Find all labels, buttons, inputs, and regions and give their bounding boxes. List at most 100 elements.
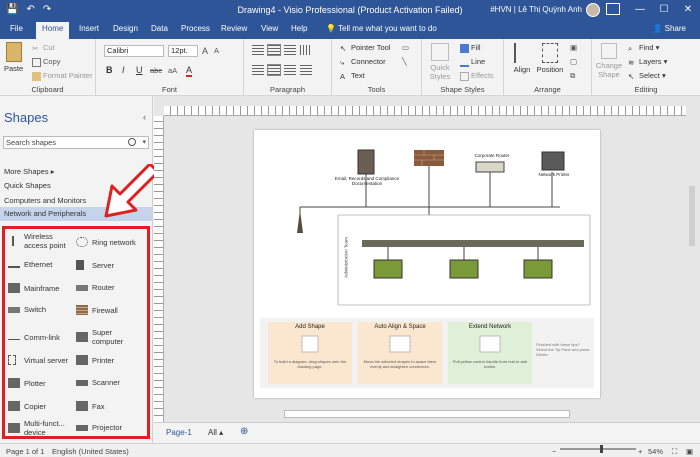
grow-font-button[interactable]: A <box>202 46 208 56</box>
server-shape[interactable] <box>357 149 375 175</box>
align-center-icon[interactable] <box>267 64 281 76</box>
align-bottom-icon[interactable] <box>284 45 296 55</box>
text-tool-button[interactable]: A Text <box>340 71 365 81</box>
align-middle-icon[interactable] <box>267 44 281 56</box>
shape-multifunction-device[interactable]: Multi-funct... device <box>8 419 78 437</box>
tell-me-search[interactable]: 💡 Tell me what you want to do <box>326 24 437 33</box>
text-direction-icon[interactable] <box>300 45 312 55</box>
firewall-shape[interactable] <box>414 150 444 166</box>
tab-view[interactable]: View <box>261 24 278 33</box>
tab-data[interactable]: Data <box>151 24 168 33</box>
shape-firewall[interactable]: Firewall <box>76 305 118 315</box>
format-painter-button[interactable]: Format Painter <box>32 71 93 81</box>
maximize-button[interactable]: ☐ <box>652 0 676 20</box>
tip-card-auto-align[interactable] <box>358 322 442 384</box>
vertical-scroll-thumb[interactable] <box>689 186 695 246</box>
zoom-level[interactable]: 54% <box>648 447 663 456</box>
font-size-combo[interactable]: 12pt. <box>168 45 198 57</box>
shape-router[interactable]: Router <box>76 283 115 292</box>
language-indicator[interactable]: English (United States) <box>52 447 129 456</box>
tab-insert[interactable]: Insert <box>79 24 99 33</box>
printer-shape[interactable] <box>541 151 565 171</box>
effects-button[interactable]: Effects <box>460 71 494 81</box>
more-shapes-menu[interactable]: More Shapes ▸ <box>4 167 54 176</box>
justify-icon[interactable] <box>300 65 312 75</box>
shape-projector[interactable]: Projector <box>76 423 122 432</box>
pc-2[interactable] <box>449 259 479 279</box>
line-button[interactable]: Line <box>460 57 485 67</box>
tab-file[interactable]: File <box>10 24 23 33</box>
ribbon-display-options-icon[interactable] <box>606 3 620 15</box>
group-icon[interactable]: ⧉ <box>570 71 575 81</box>
shape-copier[interactable]: Copier <box>8 401 46 411</box>
send-backward-icon[interactable]: ▢ <box>570 57 577 66</box>
shrink-font-button[interactable]: A <box>214 46 219 55</box>
shape-plotter[interactable]: Plotter <box>8 378 46 388</box>
cut-button[interactable]: ✂ Cut <box>32 43 55 53</box>
connector-button[interactable]: ⤷ Connector <box>340 57 386 67</box>
shape-scanner[interactable]: Scanner <box>76 378 120 387</box>
team-switch-bar[interactable] <box>362 240 584 247</box>
close-button[interactable]: ✕ <box>676 0 700 20</box>
zoom-in-button[interactable]: + <box>638 447 642 456</box>
shape-comm-link[interactable]: Comm-link <box>8 333 60 342</box>
tab-help[interactable]: Help <box>291 24 307 33</box>
underline-button[interactable]: U <box>136 65 143 75</box>
shape-printer[interactable]: Printer <box>76 355 114 365</box>
stencil-computers-monitors[interactable]: Computers and Monitors <box>4 196 86 205</box>
search-icon[interactable] <box>128 138 136 146</box>
tab-review[interactable]: Review <box>221 24 247 33</box>
bring-forward-icon[interactable]: ▣ <box>570 43 577 52</box>
shape-ring-network[interactable]: Ring network <box>76 237 136 247</box>
search-shapes-input[interactable]: Search shapes ▾ <box>3 136 149 149</box>
shape-wireless-access-point[interactable]: Wireless access point <box>8 232 78 250</box>
shape-ethernet[interactable]: Ethernet <box>8 260 52 269</box>
font-color-button[interactable]: A <box>186 65 193 77</box>
horizontal-scrollbar[interactable] <box>284 410 570 418</box>
shape-switch[interactable]: Switch <box>8 305 46 314</box>
antenna-shape[interactable] <box>297 210 303 233</box>
stencil-quick-shapes[interactable]: Quick Shapes <box>4 181 51 190</box>
tab-process[interactable]: Process <box>181 24 210 33</box>
drawing-page[interactable]: Email, Records and Compliance Documentat… <box>254 130 600 398</box>
tab-design[interactable]: Design <box>113 24 138 33</box>
minimize-button[interactable]: — <box>628 0 652 20</box>
shape-super-computer[interactable]: Super computer <box>76 328 136 346</box>
align-button[interactable]: Align <box>510 43 534 74</box>
vertical-scrollbar[interactable] <box>688 116 696 416</box>
shapes-dropdown-icon[interactable]: ▭ <box>402 43 409 52</box>
page-tab-1[interactable]: Page-1 <box>166 428 192 437</box>
zoom-slider-knob[interactable] <box>600 445 603 453</box>
fill-button[interactable]: Fill <box>460 43 481 53</box>
avatar[interactable] <box>586 3 600 17</box>
zoom-slider[interactable] <box>560 445 636 453</box>
position-button[interactable]: Position <box>536 43 564 74</box>
tip-card-add-shape[interactable] <box>268 322 352 384</box>
align-left-icon[interactable] <box>252 65 264 75</box>
layers-button[interactable]: ≋ Layers ▾ <box>628 57 667 67</box>
router-shape[interactable] <box>475 161 505 173</box>
copy-button[interactable]: Copy <box>32 57 61 67</box>
quick-styles-button[interactable]: Quick Styles <box>426 43 454 81</box>
font-name-combo[interactable]: Calibri <box>104 45 164 57</box>
italic-button[interactable]: I <box>122 65 125 75</box>
chevron-down-icon[interactable]: ▾ <box>142 137 146 148</box>
shape-server[interactable]: Server <box>76 260 114 270</box>
paste-button[interactable]: Paste <box>4 42 23 73</box>
find-button[interactable]: ⌕ Find ▾ <box>628 43 659 53</box>
shape-mainframe[interactable]: Mainframe <box>8 283 59 293</box>
user-name[interactable]: #HVN | Lê Thị Quỳnh Anh <box>490 5 582 14</box>
change-case-button[interactable]: aA <box>168 66 177 75</box>
strikethrough-button[interactable]: abc <box>150 66 162 75</box>
zoom-out-button[interactable]: − <box>552 447 556 456</box>
pointer-tool-button[interactable]: ↖ Pointer Tool <box>340 43 390 53</box>
tip-card-extend-network[interactable] <box>448 322 532 384</box>
align-top-icon[interactable] <box>252 45 264 55</box>
tab-home[interactable]: Home <box>36 22 70 39</box>
collapse-pane-icon[interactable]: ‹ <box>143 112 146 122</box>
line-dropdown-icon[interactable]: ╲ <box>402 57 407 66</box>
align-right-icon[interactable] <box>284 65 296 75</box>
fit-page-icon[interactable]: ⛶ <box>672 447 677 457</box>
shape-virtual-server[interactable]: Virtual server <box>8 355 68 365</box>
change-shape-button[interactable]: Change Shape <box>594 43 624 79</box>
